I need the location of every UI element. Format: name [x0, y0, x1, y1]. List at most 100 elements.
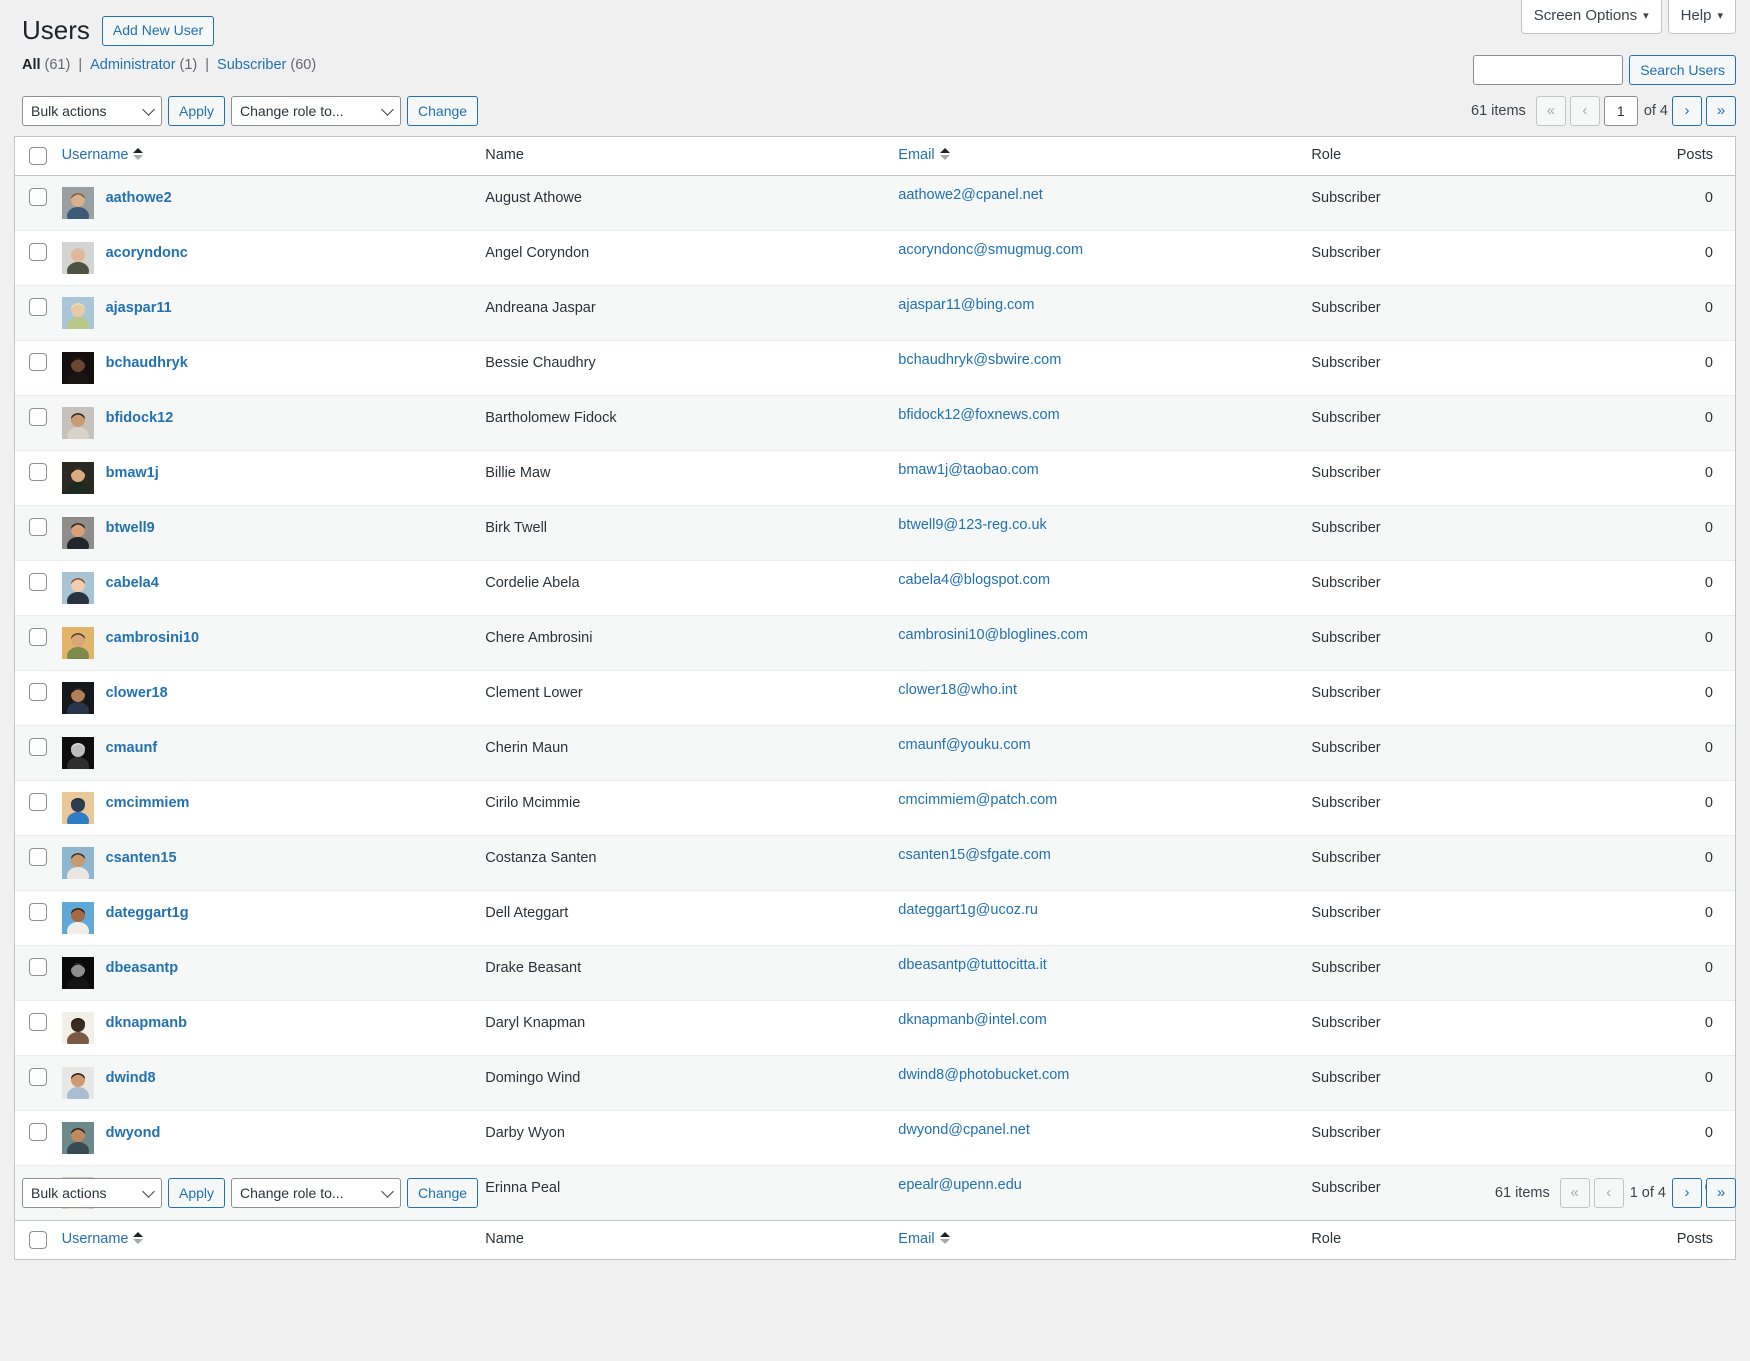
username-link[interactable]: dwyond	[106, 1122, 161, 1143]
sort-email-link-top[interactable]: Email	[898, 147, 934, 163]
sort-username-link-top[interactable]: Username	[62, 147, 129, 163]
email-link[interactable]: bfidock12@foxnews.com	[898, 407, 1059, 423]
email-link[interactable]: btwell9@123-reg.co.uk	[898, 517, 1047, 533]
username-link[interactable]: cambrosini10	[106, 627, 200, 648]
username-link[interactable]: ajaspar11	[106, 297, 172, 318]
email-link[interactable]: ajaspar11@bing.com	[898, 297, 1034, 313]
change-role-button-top[interactable]: Change	[407, 96, 479, 126]
row-checkbox[interactable]	[29, 573, 47, 591]
username-link[interactable]: bmaw1j	[106, 462, 159, 483]
row-checkbox[interactable]	[29, 243, 47, 261]
username-cell: ajaspar11	[61, 285, 486, 340]
role-cell: Subscriber	[1311, 395, 1608, 450]
email-link[interactable]: dwind8@photobucket.com	[898, 1067, 1069, 1083]
email-link[interactable]: acoryndonc@smugmug.com	[898, 242, 1083, 258]
email-link[interactable]: cabela4@blogspot.com	[898, 572, 1050, 588]
username-link[interactable]: dateggart1g	[106, 902, 189, 923]
select-all-checkbox-bottom[interactable]	[29, 1231, 47, 1249]
users-table: Username Name Email Role Posts aathowe2 A…	[14, 136, 1736, 1260]
current-page-input-top[interactable]: 1	[1603, 96, 1638, 126]
row-checkbox[interactable]	[29, 408, 47, 426]
row-select-cell	[15, 780, 62, 835]
change-role-select-top[interactable]: Change role to...	[231, 96, 402, 126]
username-link[interactable]: btwell9	[106, 517, 155, 538]
username-link[interactable]: cmcimmiem	[106, 792, 190, 813]
row-checkbox[interactable]	[29, 298, 47, 316]
bulk-actions-select-top[interactable]: Bulk actions	[22, 96, 162, 126]
username-link[interactable]: cmaunf	[106, 737, 158, 758]
apply-button-bottom[interactable]: Apply	[168, 1178, 226, 1208]
next-page-button-bottom[interactable]: ›	[1672, 1178, 1702, 1208]
row-checkbox[interactable]	[29, 518, 47, 536]
email-link[interactable]: dknapmanb@intel.com	[898, 1012, 1047, 1028]
row-checkbox[interactable]	[29, 188, 47, 206]
username-link[interactable]: acoryndonc	[106, 242, 188, 263]
username-link[interactable]: bchaudhryk	[106, 352, 188, 373]
help-button[interactable]: Help ▾	[1667, 0, 1736, 34]
row-checkbox[interactable]	[29, 903, 47, 921]
role-cell: Subscriber	[1311, 340, 1608, 395]
row-checkbox[interactable]	[29, 353, 47, 371]
apply-button-top[interactable]: Apply	[168, 96, 226, 126]
row-checkbox[interactable]	[29, 848, 47, 866]
email-link[interactable]: cmcimmiem@patch.com	[898, 792, 1057, 808]
bulk-actions-select-bottom[interactable]: Bulk actions	[22, 1178, 162, 1208]
row-checkbox[interactable]	[29, 1123, 47, 1141]
row-select-cell	[15, 945, 62, 1000]
row-checkbox[interactable]	[29, 738, 47, 756]
select-all-checkbox-top[interactable]	[29, 147, 47, 165]
search-users-button[interactable]: Search Users	[1629, 55, 1736, 85]
filter-subscriber-link[interactable]: Subscriber	[217, 57, 286, 73]
email-link[interactable]: cambrosini10@bloglines.com	[898, 627, 1088, 643]
row-checkbox[interactable]	[29, 628, 47, 646]
screen-options-button[interactable]: Screen Options ▾	[1520, 0, 1662, 34]
email-cell: csanten15@sfgate.com	[898, 835, 1312, 890]
row-checkbox[interactable]	[29, 463, 47, 481]
sort-indicator-icon	[133, 1231, 144, 1245]
email-link[interactable]: bmaw1j@taobao.com	[898, 462, 1038, 478]
username-link[interactable]: aathowe2	[106, 187, 172, 208]
page-summary-bottom: 1 of 4	[1629, 1185, 1666, 1201]
next-page-button-top[interactable]: ›	[1672, 96, 1702, 126]
username-link[interactable]: dwind8	[106, 1067, 156, 1088]
items-count-top: 61 items	[1471, 103, 1526, 119]
change-role-select-bottom[interactable]: Change role to...	[231, 1178, 402, 1208]
email-link[interactable]: dateggart1g@ucoz.ru	[898, 902, 1038, 918]
username-cell: dwyond	[61, 1110, 486, 1165]
username-link[interactable]: dknapmanb	[106, 1012, 187, 1033]
sort-username-link-bottom[interactable]: Username	[62, 1231, 129, 1247]
row-checkbox[interactable]	[29, 793, 47, 811]
column-header-posts: Posts	[1607, 137, 1735, 176]
username-link[interactable]: cabela4	[106, 572, 159, 593]
email-link[interactable]: cmaunf@youku.com	[898, 737, 1030, 753]
email-link[interactable]: csanten15@sfgate.com	[898, 847, 1051, 863]
filter-subscriber: Subscriber (60)	[217, 57, 316, 73]
username-link[interactable]: dbeasantp	[106, 957, 179, 978]
name-cell: Darby Wyon	[485, 1110, 899, 1165]
row-checkbox[interactable]	[29, 958, 47, 976]
sort-email-link-bottom[interactable]: Email	[898, 1231, 934, 1247]
email-link[interactable]: aathowe2@cpanel.net	[898, 187, 1043, 203]
email-link[interactable]: clower18@who.int	[898, 682, 1017, 698]
column-header-name: Name	[485, 137, 899, 176]
filter-administrator-link[interactable]: Administrator	[90, 57, 175, 73]
add-new-user-button[interactable]: Add New User	[101, 15, 215, 47]
name-cell: Cherin Maun	[485, 725, 899, 780]
last-page-button-top[interactable]: »	[1706, 96, 1736, 126]
row-checkbox[interactable]	[29, 1068, 47, 1086]
username-link[interactable]: clower18	[106, 682, 168, 703]
filter-all-link[interactable]: All	[22, 57, 41, 73]
search-input[interactable]	[1473, 55, 1624, 85]
change-role-button-bottom[interactable]: Change	[407, 1178, 479, 1208]
email-link[interactable]: dwyond@cpanel.net	[898, 1122, 1030, 1138]
posts-cell: 0	[1607, 285, 1735, 340]
bulk-actions-value-bottom: Bulk actions	[31, 1185, 107, 1201]
email-link[interactable]: dbeasantp@tuttocitta.it	[898, 957, 1047, 973]
last-page-button-bottom[interactable]: »	[1706, 1178, 1736, 1208]
role-cell: Subscriber	[1311, 450, 1608, 505]
email-link[interactable]: bchaudhryk@sbwire.com	[898, 352, 1061, 368]
username-link[interactable]: csanten15	[106, 847, 177, 868]
row-checkbox[interactable]	[29, 1013, 47, 1031]
row-checkbox[interactable]	[29, 683, 47, 701]
username-link[interactable]: bfidock12	[106, 407, 174, 428]
